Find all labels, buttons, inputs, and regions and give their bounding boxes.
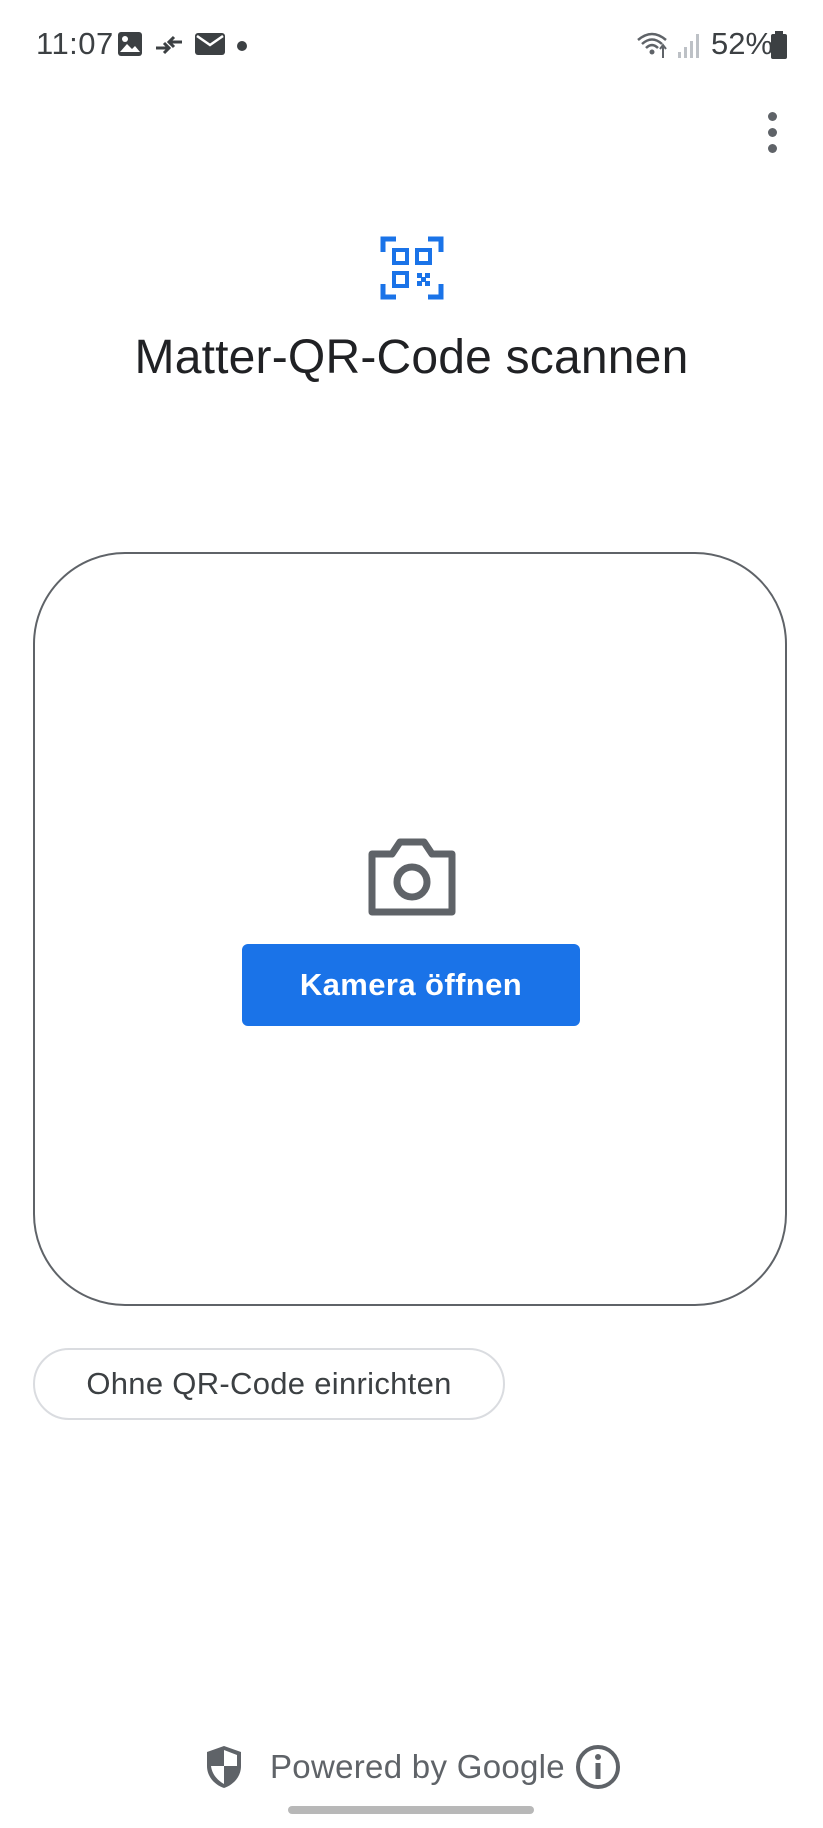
image-icon — [118, 32, 142, 56]
qr-code-scanner-icon — [380, 236, 444, 300]
camera-icon — [368, 838, 456, 916]
powered-by-text: Powered by Google — [270, 1748, 565, 1785]
home-indicator[interactable] — [288, 1806, 534, 1814]
battery-percentage: 52% — [711, 26, 774, 61]
page-title: Matter-QR-Code scannen — [134, 331, 689, 384]
more-options-button[interactable] — [748, 106, 796, 158]
info-icon[interactable] — [574, 1743, 622, 1791]
dot-icon — [237, 41, 247, 51]
footer: Powered by Google — [0, 1738, 823, 1798]
status-bar: 11:07 52% — [0, 0, 823, 96]
more-vert-icon — [767, 111, 777, 121]
setup-without-qr-button[interactable]: Ohne QR-Code einrichten — [33, 1348, 505, 1420]
open-camera-button[interactable]: Kamera öffnen — [242, 944, 580, 1026]
shield-icon — [207, 1746, 241, 1788]
wifi-icon — [637, 32, 667, 58]
scan-card — [33, 552, 787, 1306]
battery-icon — [771, 31, 787, 59]
status-time: 11:07 — [36, 26, 114, 61]
signal-icon — [678, 34, 699, 58]
mail-icon — [195, 33, 225, 55]
transfer-icon — [156, 35, 182, 55]
